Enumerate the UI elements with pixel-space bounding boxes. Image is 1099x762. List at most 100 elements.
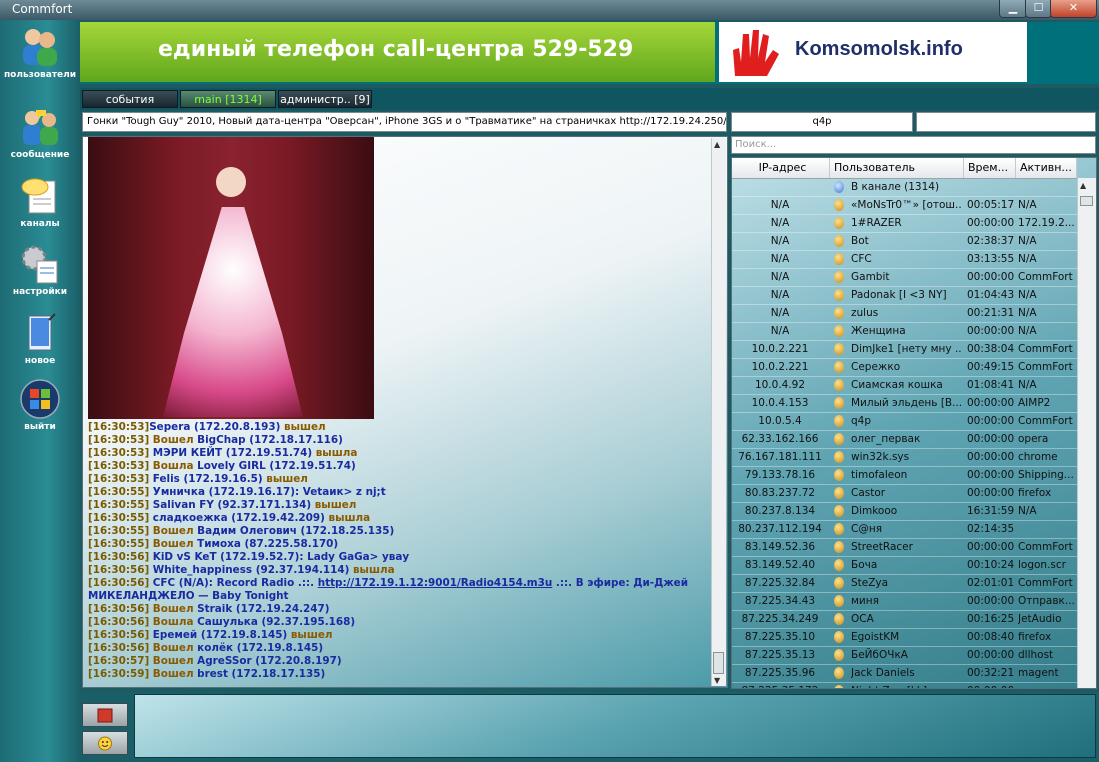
sidebar-item-channels[interactable]: каналы (2, 175, 78, 229)
user-icon (834, 451, 844, 463)
sidebar-item-users[interactable]: пользователи (2, 26, 78, 80)
tab-main[interactable]: main [1314] (180, 90, 276, 108)
user-ip: 87.225.35.10 (744, 631, 816, 643)
chat-text: Straik (172.19.24.247) (193, 603, 330, 615)
chat-line: [16:30:53] Felis (172.19.16.5) вышел (88, 473, 708, 486)
column-time[interactable]: Врем... (964, 158, 1016, 178)
chat-timestamp: [16:30:56] (88, 642, 150, 654)
user-time: 03:13:55 (967, 253, 1015, 265)
chat-event: вышла (324, 512, 371, 524)
scroll-thumb[interactable] (1080, 196, 1093, 206)
column-activity[interactable]: Активн... (1016, 158, 1077, 178)
banner-ad-callcenter[interactable]: единый телефон call-центра 529-529 (80, 22, 715, 82)
minimize-button[interactable]: ▁ (999, 0, 1027, 18)
user-row[interactable]: 79.133.78.16 timofaleon 00:00:00 Shipping..… (732, 466, 1077, 485)
user-row[interactable]: 87.225.34.249 OCA 00:16:25 JetAudio (732, 610, 1077, 629)
user-row[interactable]: N/A «MoNsTr0™» [отош... 00:05:17 N/A (732, 196, 1077, 215)
smiley-button[interactable] (82, 731, 128, 755)
sidebar-item-exit[interactable]: выйти (2, 378, 78, 432)
user-row[interactable]: 10.0.4.153 Милый эльдень [В... 00:00:00 AIM… (732, 394, 1077, 413)
user-row[interactable]: N/A Padonak [I <3 NY] 01:04:43 N/A (732, 286, 1077, 305)
chat-event: вышел (280, 421, 326, 433)
user-row[interactable]: 83.149.52.40 Боча 00:10:24 logon.scr (732, 556, 1077, 575)
chat-timestamp: [16:30:56] (88, 551, 150, 563)
user-activity: N/A (1018, 379, 1037, 391)
user-row[interactable]: N/A Gambit 00:00:00 CommFort (732, 268, 1077, 287)
user-activity: 172.19.2... (1018, 217, 1075, 229)
chat-timestamp: [16:30:59] (88, 668, 150, 680)
user-list-scrollbar[interactable]: ▲ (1077, 178, 1096, 688)
maximize-button[interactable]: ☐ (1025, 0, 1052, 18)
user-row[interactable]: 83.149.52.36 StreetRacer 00:00:00 CommFort (732, 538, 1077, 557)
tab-admins[interactable]: администр.. [9] (278, 90, 372, 108)
user-row[interactable]: 80.83.237.72 Castor 00:00:00 firefox (732, 484, 1077, 503)
user-row[interactable]: 87.225.35.10 EgoistKM 00:08:40 firefox (732, 628, 1077, 647)
user-row[interactable]: 87.225.35.13 БеЙбОЧкА 00:00:00 dllhost (732, 646, 1077, 665)
status-field[interactable] (916, 112, 1096, 132)
user-row[interactable]: 87.225.32.84 SteZya 02:01:01 CommFort (732, 574, 1077, 593)
chat-area[interactable]: [16:30:53]Sepera (172.20.8.193) вышел [16… (82, 136, 728, 688)
user-time: 00:00:00 (967, 487, 1015, 499)
chat-event: Вошел (149, 642, 194, 654)
user-time: 00:00:00 (967, 541, 1015, 553)
message-input[interactable] (134, 694, 1096, 758)
scroll-down-icon[interactable]: ▼ (714, 676, 720, 685)
chat-text: KiD vS KeT (172.19.52.7): Lady GaGa> ува… (149, 551, 410, 563)
user-row[interactable]: N/A Женщина 00:00:00 N/A (732, 322, 1077, 341)
user-list[interactable]: IP-адрес Пользователь Врем... Активн... … (731, 157, 1097, 689)
user-time: 00:00:00 (967, 649, 1015, 661)
chat-text: Тимоха (87.225.58.170) (193, 538, 339, 550)
user-activity: firefox (1018, 631, 1052, 643)
nickname-field[interactable]: q4p (731, 112, 913, 132)
user-name: «MoNsTr0™» [отош... (851, 199, 961, 211)
user-row[interactable]: N/A 1#RAZER 00:00:00 172.19.2... (732, 214, 1077, 233)
user-ip: 79.133.78.16 (744, 469, 816, 481)
user-name: Женщина (851, 325, 906, 337)
scroll-up-icon[interactable]: ▲ (1080, 181, 1086, 190)
user-name: Боча (851, 559, 878, 571)
banner-ad-logo-text: Komsomolsk.info (795, 38, 963, 60)
user-ip: N/A (770, 199, 790, 211)
column-ip[interactable]: IP-адрес (732, 158, 830, 178)
user-row[interactable]: 10.0.5.4 q4p 00:00:00 CommFort (732, 412, 1077, 431)
user-time: 00:49:15 (967, 361, 1015, 373)
user-row[interactable]: 10.0.2.221 DimJke1 [нету мну ... 00:38:04 C… (732, 340, 1077, 359)
sidebar-item-settings[interactable]: настройки (2, 243, 78, 297)
sidebar-item-message[interactable]: сообщение (2, 106, 78, 160)
user-row[interactable]: 87.225.34.43 миня 00:00:00 Отправк... (732, 592, 1077, 611)
chat-scrollbar[interactable]: ▲ ▼ (711, 138, 726, 686)
tab-events[interactable]: события (82, 90, 178, 108)
chat-event: Вошел (149, 655, 194, 667)
scroll-thumb[interactable] (713, 652, 724, 674)
user-row[interactable]: 62.33.162.166 олег_первак 00:00:00 opera (732, 430, 1077, 449)
user-row[interactable]: 10.0.2.221 Сережко 00:49:15 CommFort (732, 358, 1077, 377)
user-activity: firefox (1018, 487, 1052, 499)
user-row[interactable]: 80.237.112.194 C@ня 02:14:35 (732, 520, 1077, 539)
user-row[interactable]: 10.0.4.92 Сиамская кошка 01:08:41 N/A (732, 376, 1077, 395)
chat-text: Умничка (172.19.16.17): Vetaик> z nj;t (149, 486, 386, 498)
user-row[interactable]: 87.225.35.172 Night Zver[kk] 00:00:00opera (732, 682, 1077, 688)
user-row[interactable]: N/A CFC 03:13:55 N/A (732, 250, 1077, 269)
user-row[interactable]: N/A Bot 02:38:37 N/A (732, 232, 1077, 251)
smiley-icon (98, 736, 112, 751)
sidebar-item-label: каналы (20, 219, 60, 229)
stop-button[interactable] (82, 703, 128, 727)
chat-text: .::. В эфире: Ди-Джей (552, 577, 689, 589)
user-row[interactable]: N/A zulus 00:21:31 N/A (732, 304, 1077, 323)
close-button[interactable]: ✕ (1050, 0, 1097, 18)
user-group-row[interactable]: В канале (1314) (732, 178, 1077, 197)
user-row[interactable]: 76.167.181.111 win32k.sys 00:00:00 chrome (732, 448, 1077, 467)
user-row[interactable]: 87.225.35.96 Jack Daniels 00:32:21 magent (732, 664, 1077, 683)
chat-timestamp: [16:30:53] (88, 473, 150, 485)
user-row[interactable]: 80.237.8.134 Dimkooo 16:31:59 N/A (732, 502, 1077, 521)
title-bar: Commfort ▁ ☐ ✕ (0, 0, 1099, 20)
search-input[interactable]: Поиск... (731, 136, 1096, 154)
sidebar-item-new[interactable]: новое (2, 312, 78, 366)
column-user[interactable]: Пользователь (830, 158, 964, 178)
user-name: zulus (851, 307, 879, 319)
user-time: 00:32:21 (967, 667, 1015, 679)
scroll-up-icon[interactable]: ▲ (714, 140, 720, 149)
chat-link[interactable]: http://172.19.1.12:9001/Radio4154.m3u (318, 577, 553, 589)
user-name: C@ня (851, 523, 883, 535)
banner-ad-komsomolsk[interactable]: Komsomolsk.info (719, 22, 1027, 82)
